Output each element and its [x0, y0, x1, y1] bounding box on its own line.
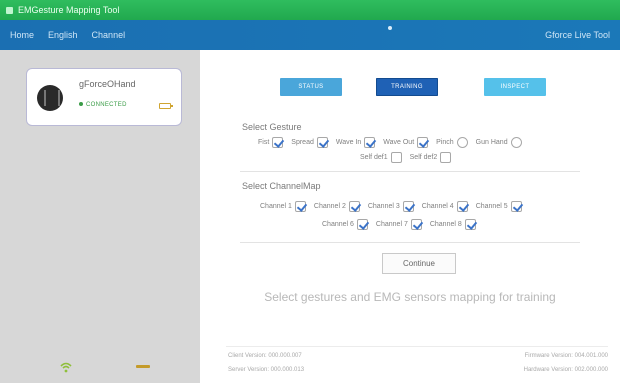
channel-label: Channel 1	[260, 203, 292, 210]
client-version: Client Version: 000.000.007	[228, 353, 302, 359]
gesture-wave-in-checkbox[interactable]	[364, 137, 376, 148]
channel-3-checkbox[interactable]	[402, 201, 414, 212]
hardware-version: Hardware Version: 002.000.000	[523, 367, 608, 373]
gesture-row-2: Self def1 Self def2	[360, 152, 459, 163]
channel-label: Channel 6	[322, 221, 354, 228]
training-hint: Select gestures and EMG sensors mapping …	[264, 290, 556, 304]
device-card[interactable]: gForceOHand CONNECTED	[26, 68, 182, 126]
continue-button[interactable]: Continue	[382, 253, 456, 274]
gesture-self-def2-checkbox[interactable]	[440, 152, 452, 163]
training-tab-button[interactable]: TRAINING	[376, 78, 438, 96]
gesture-label: Self def2	[409, 154, 438, 161]
gesture-gun-hand-checkbox[interactable]	[510, 137, 522, 148]
gesture-pinch-checkbox[interactable]	[456, 137, 468, 148]
server-version: Server Version: 000.000.013	[228, 367, 305, 373]
menu-bar: Home English Channel Gforce Live Tool	[0, 20, 620, 50]
wifi-icon[interactable]	[60, 361, 72, 373]
gesture-label: Spread	[291, 139, 314, 146]
gesture-self-def1-checkbox[interactable]	[390, 152, 402, 163]
device-name: gForceOHand	[79, 79, 136, 89]
menu-channel[interactable]: Channel	[92, 30, 126, 40]
sidebar: gForceOHand CONNECTED	[0, 50, 200, 383]
channel-label: Channel 5	[475, 203, 508, 210]
channel-label: Channel 8	[429, 221, 462, 228]
channel-8-checkbox[interactable]	[464, 219, 476, 230]
gesture-section-title: Select Gesture	[242, 122, 302, 132]
channel-7-checkbox[interactable]	[410, 219, 422, 230]
channel-row-1: Channel 1 Channel 2 Channel 3 Channel 4 …	[260, 201, 530, 212]
footer-divider	[226, 346, 608, 347]
inspect-tab-button[interactable]: INSPECT	[484, 78, 546, 96]
channel-row-2: Channel 6 Channel 7 Channel 8	[322, 219, 484, 230]
gesture-row-1: Fist Spread Wave In Wave Out Pinch Gun H…	[258, 137, 530, 148]
channel-label: Channel 4	[421, 203, 454, 210]
channel-4-checkbox[interactable]	[456, 201, 468, 212]
gesture-label: Wave In	[335, 139, 362, 146]
gesture-wave-out-checkbox[interactable]	[417, 137, 429, 148]
channel-2-checkbox[interactable]	[348, 201, 360, 212]
channel-label: Channel 2	[313, 203, 346, 210]
app-icon	[6, 6, 13, 14]
channel-6-checkbox[interactable]	[356, 219, 368, 230]
status-tab-button[interactable]: STATUS	[280, 78, 342, 96]
channel-5-checkbox[interactable]	[510, 201, 522, 212]
gesture-label: Fist	[258, 139, 270, 146]
channel-label: Channel 3	[367, 203, 400, 210]
gesture-spread-checkbox[interactable]	[316, 137, 328, 148]
gesture-label: Self def1	[360, 154, 388, 161]
device-status: CONNECTED	[79, 102, 127, 108]
title-bar: EMGesture Mapping Tool	[0, 0, 620, 20]
menu-language[interactable]: English	[48, 30, 78, 40]
main-panel: STATUS TRAINING INSPECT Select Gesture F…	[200, 50, 620, 383]
channel-label: Channel 7	[375, 221, 408, 228]
minus-icon[interactable]	[136, 365, 150, 368]
armband-icon	[37, 85, 63, 111]
status-dot-icon	[388, 26, 392, 30]
channel-section-title: Select ChannelMap	[242, 181, 321, 191]
section-divider	[240, 242, 580, 243]
channel-1-checkbox[interactable]	[294, 201, 306, 212]
firmware-version: Firmware Version: 004.001.000	[524, 353, 608, 359]
gesture-fist-checkbox[interactable]	[272, 137, 284, 148]
section-divider	[240, 171, 580, 172]
menu-home[interactable]: Home	[10, 30, 34, 40]
battery-icon	[159, 103, 173, 109]
gesture-label: Wave Out	[383, 139, 415, 146]
window-title: EMGesture Mapping Tool	[18, 5, 120, 15]
gesture-label: Gun Hand	[475, 139, 508, 146]
gesture-label: Pinch	[436, 139, 454, 146]
menu-right-link[interactable]: Gforce Live Tool	[545, 30, 610, 40]
